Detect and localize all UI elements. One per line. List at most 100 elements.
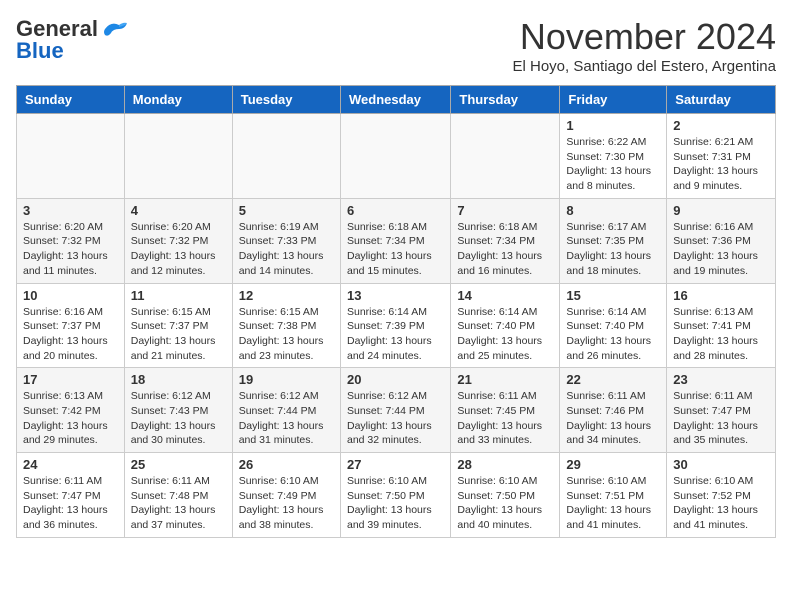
- calendar-cell: 28 Sunrise: 6:10 AM Sunset: 7:50 PM Dayli…: [451, 453, 560, 538]
- calendar-cell: 14 Sunrise: 6:14 AM Sunset: 7:40 PM Dayli…: [451, 283, 560, 368]
- calendar-cell: [17, 114, 125, 199]
- calendar-cell: 3 Sunrise: 6:20 AM Sunset: 7:32 PM Daylig…: [17, 198, 125, 283]
- calendar-cell: 25 Sunrise: 6:11 AM Sunset: 7:48 PM Dayli…: [124, 453, 232, 538]
- day-info: Sunrise: 6:10 AM Sunset: 7:52 PM Dayligh…: [673, 474, 769, 533]
- calendar-cell: 11 Sunrise: 6:15 AM Sunset: 7:37 PM Dayli…: [124, 283, 232, 368]
- day-info: Sunrise: 6:14 AM Sunset: 7:39 PM Dayligh…: [347, 305, 444, 364]
- calendar-cell: 26Sunrise: 6:10 AM Sunset: 7:49 PM Dayli…: [232, 453, 340, 538]
- title-block: November 2024 El Hoyo, Santiago del Este…: [513, 16, 777, 75]
- calendar-week-row: 3 Sunrise: 6:20 AM Sunset: 7:32 PM Daylig…: [17, 198, 776, 283]
- calendar-cell: [124, 114, 232, 199]
- calendar-week-row: 17 Sunrise: 6:13 AM Sunset: 7:42 PM Dayli…: [17, 368, 776, 453]
- weekday-header-friday: Friday: [560, 86, 667, 114]
- day-info: Sunrise: 6:17 AM Sunset: 7:35 PM Dayligh…: [566, 220, 660, 279]
- day-number: 11: [131, 288, 226, 303]
- day-info: Sunrise: 6:20 AM Sunset: 7:32 PM Dayligh…: [23, 220, 118, 279]
- day-number: 7: [457, 203, 553, 218]
- weekday-header-tuesday: Tuesday: [232, 86, 340, 114]
- calendar-cell: 29Sunrise: 6:10 AM Sunset: 7:51 PM Dayli…: [560, 453, 667, 538]
- day-number: 8: [566, 203, 660, 218]
- calendar-cell: 10 Sunrise: 6:16 AM Sunset: 7:37 PM Dayli…: [17, 283, 125, 368]
- day-info: Sunrise: 6:16 AM Sunset: 7:37 PM Dayligh…: [23, 305, 118, 364]
- day-number: 30: [673, 457, 769, 472]
- day-number: 4: [131, 203, 226, 218]
- day-info: Sunrise: 6:15 AM Sunset: 7:38 PM Dayligh…: [239, 305, 334, 364]
- day-info: Sunrise: 6:11 AM Sunset: 7:47 PM Dayligh…: [673, 389, 769, 448]
- calendar-cell: 2Sunrise: 6:21 AM Sunset: 7:31 PM Daylig…: [667, 114, 776, 199]
- calendar-cell: 20Sunrise: 6:12 AM Sunset: 7:44 PM Dayli…: [340, 368, 450, 453]
- day-number: 25: [131, 457, 226, 472]
- day-number: 24: [23, 457, 118, 472]
- calendar-table: SundayMondayTuesdayWednesdayThursdayFrid…: [16, 85, 776, 538]
- calendar-cell: 23 Sunrise: 6:11 AM Sunset: 7:47 PM Dayli…: [667, 368, 776, 453]
- calendar-cell: [340, 114, 450, 199]
- day-info: Sunrise: 6:11 AM Sunset: 7:47 PM Dayligh…: [23, 474, 118, 533]
- day-info: Sunrise: 6:13 AM Sunset: 7:41 PM Dayligh…: [673, 305, 769, 364]
- weekday-header-thursday: Thursday: [451, 86, 560, 114]
- day-number: 15: [566, 288, 660, 303]
- day-info: Sunrise: 6:11 AM Sunset: 7:46 PM Dayligh…: [566, 389, 660, 448]
- day-number: 9: [673, 203, 769, 218]
- day-number: 1: [566, 118, 660, 133]
- day-info: Sunrise: 6:14 AM Sunset: 7:40 PM Dayligh…: [566, 305, 660, 364]
- day-number: 18: [131, 372, 226, 387]
- logo-blue: Blue: [16, 38, 64, 64]
- calendar-cell: 30 Sunrise: 6:10 AM Sunset: 7:52 PM Dayli…: [667, 453, 776, 538]
- day-info: Sunrise: 6:20 AM Sunset: 7:32 PM Dayligh…: [131, 220, 226, 279]
- day-number: 17: [23, 372, 118, 387]
- calendar-cell: 19Sunrise: 6:12 AM Sunset: 7:44 PM Dayli…: [232, 368, 340, 453]
- day-number: 28: [457, 457, 553, 472]
- day-info: Sunrise: 6:11 AM Sunset: 7:48 PM Dayligh…: [131, 474, 226, 533]
- day-info: Sunrise: 6:10 AM Sunset: 7:50 PM Dayligh…: [457, 474, 553, 533]
- day-info: Sunrise: 6:16 AM Sunset: 7:36 PM Dayligh…: [673, 220, 769, 279]
- day-info: Sunrise: 6:22 AM Sunset: 7:30 PM Dayligh…: [566, 135, 660, 194]
- calendar-cell: 15 Sunrise: 6:14 AM Sunset: 7:40 PM Dayli…: [560, 283, 667, 368]
- day-info: Sunrise: 6:15 AM Sunset: 7:37 PM Dayligh…: [131, 305, 226, 364]
- day-info: Sunrise: 6:13 AM Sunset: 7:42 PM Dayligh…: [23, 389, 118, 448]
- calendar-week-row: 24 Sunrise: 6:11 AM Sunset: 7:47 PM Dayli…: [17, 453, 776, 538]
- day-number: 2: [673, 118, 769, 133]
- calendar-cell: 6 Sunrise: 6:18 AM Sunset: 7:34 PM Daylig…: [340, 198, 450, 283]
- day-number: 19: [239, 372, 334, 387]
- day-number: 23: [673, 372, 769, 387]
- weekday-header-wednesday: Wednesday: [340, 86, 450, 114]
- weekday-header-saturday: Saturday: [667, 86, 776, 114]
- day-info: Sunrise: 6:14 AM Sunset: 7:40 PM Dayligh…: [457, 305, 553, 364]
- day-info: Sunrise: 6:12 AM Sunset: 7:43 PM Dayligh…: [131, 389, 226, 448]
- calendar-cell: 13 Sunrise: 6:14 AM Sunset: 7:39 PM Dayli…: [340, 283, 450, 368]
- day-number: 20: [347, 372, 444, 387]
- logo: General Blue: [16, 16, 129, 64]
- day-number: 12: [239, 288, 334, 303]
- day-number: 10: [23, 288, 118, 303]
- day-info: Sunrise: 6:10 AM Sunset: 7:49 PM Dayligh…: [239, 474, 334, 533]
- day-info: Sunrise: 6:18 AM Sunset: 7:34 PM Dayligh…: [457, 220, 553, 279]
- day-info: Sunrise: 6:18 AM Sunset: 7:34 PM Dayligh…: [347, 220, 444, 279]
- day-info: Sunrise: 6:10 AM Sunset: 7:50 PM Dayligh…: [347, 474, 444, 533]
- calendar-cell: 8 Sunrise: 6:17 AM Sunset: 7:35 PM Daylig…: [560, 198, 667, 283]
- day-number: 14: [457, 288, 553, 303]
- day-number: 3: [23, 203, 118, 218]
- calendar-cell: 7 Sunrise: 6:18 AM Sunset: 7:34 PM Daylig…: [451, 198, 560, 283]
- day-number: 29: [566, 457, 660, 472]
- month-title: November 2024: [513, 16, 777, 58]
- calendar-week-row: 10 Sunrise: 6:16 AM Sunset: 7:37 PM Dayli…: [17, 283, 776, 368]
- page-header: General Blue November 2024 El Hoyo, Sant…: [16, 16, 776, 75]
- calendar-cell: 4 Sunrise: 6:20 AM Sunset: 7:32 PM Daylig…: [124, 198, 232, 283]
- location-subtitle: El Hoyo, Santiago del Estero, Argentina: [513, 58, 777, 75]
- day-info: Sunrise: 6:11 AM Sunset: 7:45 PM Dayligh…: [457, 389, 553, 448]
- day-number: 21: [457, 372, 553, 387]
- calendar-cell: 1 Sunrise: 6:22 AM Sunset: 7:30 PM Daylig…: [560, 114, 667, 199]
- calendar-cell: 21 Sunrise: 6:11 AM Sunset: 7:45 PM Dayli…: [451, 368, 560, 453]
- calendar-cell: 22 Sunrise: 6:11 AM Sunset: 7:46 PM Dayli…: [560, 368, 667, 453]
- calendar-cell: 5 Sunrise: 6:19 AM Sunset: 7:33 PM Daylig…: [232, 198, 340, 283]
- day-info: Sunrise: 6:19 AM Sunset: 7:33 PM Dayligh…: [239, 220, 334, 279]
- day-number: 22: [566, 372, 660, 387]
- day-number: 13: [347, 288, 444, 303]
- day-number: 5: [239, 203, 334, 218]
- day-number: 6: [347, 203, 444, 218]
- day-number: 16: [673, 288, 769, 303]
- calendar-cell: 27Sunrise: 6:10 AM Sunset: 7:50 PM Dayli…: [340, 453, 450, 538]
- calendar-cell: [451, 114, 560, 199]
- calendar-cell: 24 Sunrise: 6:11 AM Sunset: 7:47 PM Dayli…: [17, 453, 125, 538]
- weekday-header-sunday: Sunday: [17, 86, 125, 114]
